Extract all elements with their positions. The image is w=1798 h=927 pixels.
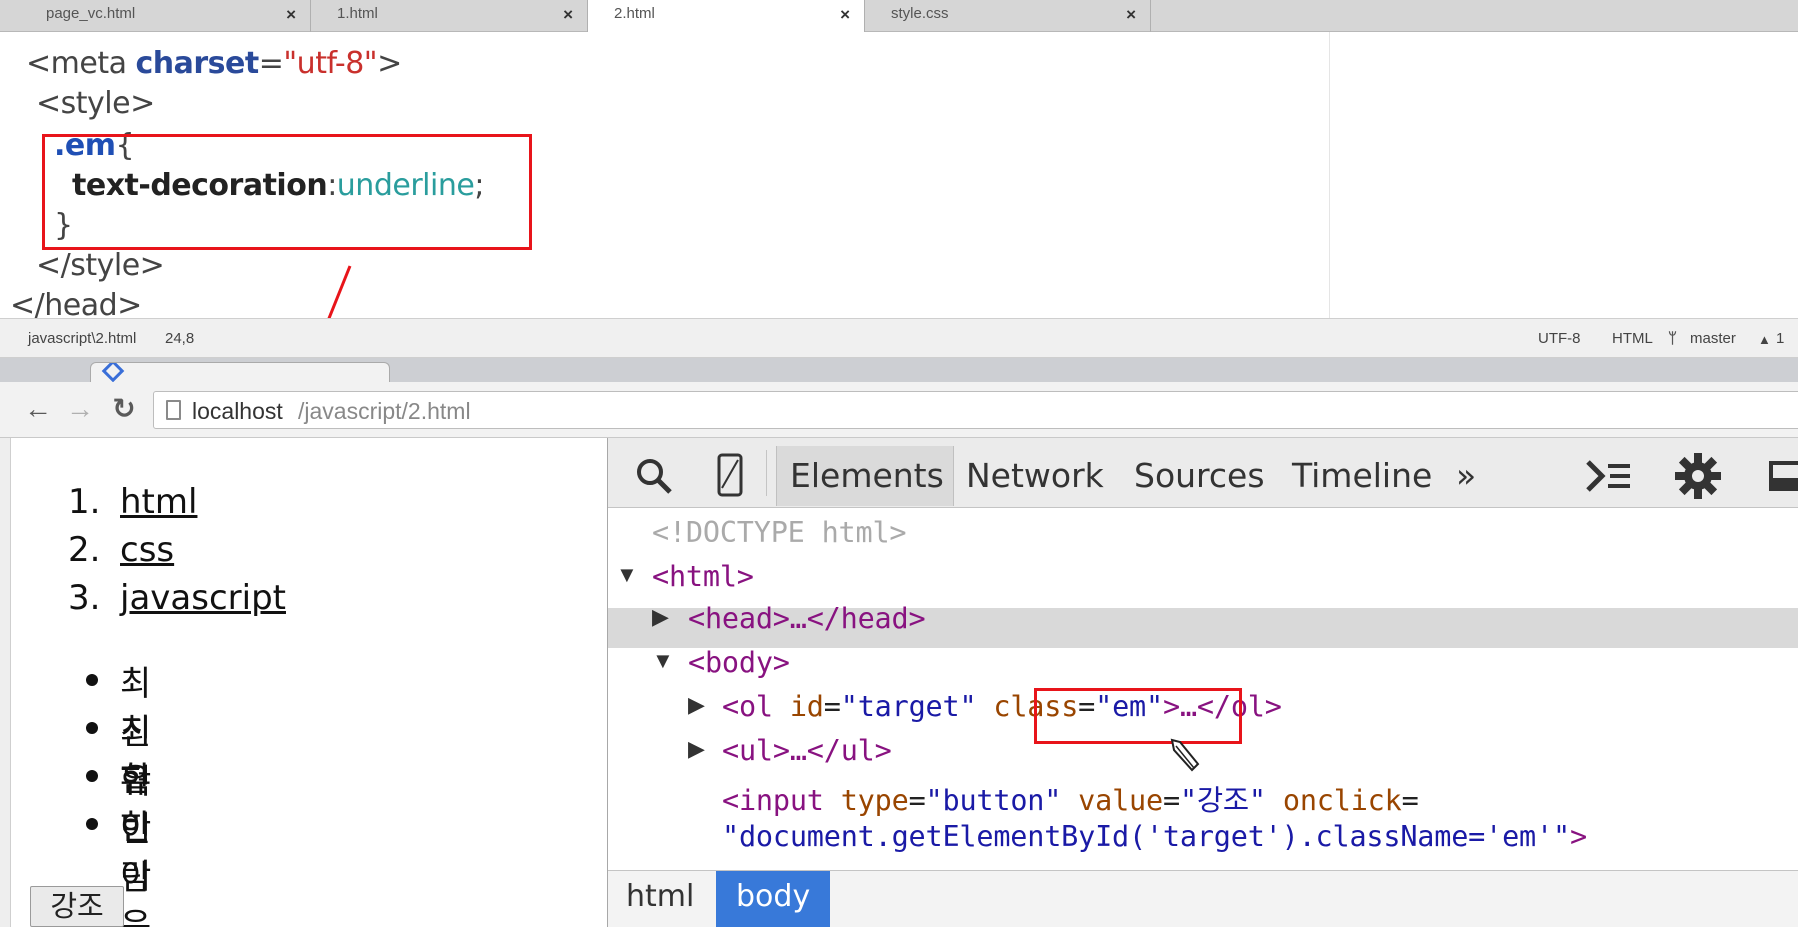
equals-sign: = <box>823 690 841 723</box>
devtools-toolbar: Elements Network Sources Timeline » <box>608 438 1798 508</box>
dom-html-node[interactable]: <html> <box>652 560 754 593</box>
list-text: css <box>120 530 175 570</box>
list-number: 2. <box>68 530 101 570</box>
attr-name: onclick <box>1282 784 1402 817</box>
emphasize-button[interactable]: 강조 <box>30 886 124 927</box>
breadcrumb-html[interactable]: html <box>626 879 694 914</box>
tag-text: <ol <box>722 690 790 723</box>
browser-toolbar: ← → ↻ localhost /javascript/2.html <box>0 382 1798 438</box>
bullet-icon <box>86 722 98 734</box>
equals-sign: = <box>1401 784 1419 817</box>
collapsed-triangle-icon[interactable]: ▶ <box>688 736 705 762</box>
tag-text: <html> <box>652 560 754 593</box>
list-text: javascript <box>120 578 286 618</box>
status-branch[interactable]: master <box>1690 330 1736 347</box>
expanded-triangle-icon[interactable]: ▼ <box>616 562 638 588</box>
pencil-cursor-icon <box>1170 738 1200 772</box>
list-text: html <box>120 482 198 522</box>
bullet-icon <box>86 674 98 686</box>
attr-value: "강조" <box>1179 784 1266 817</box>
tag-text: <head>…</head> <box>688 602 926 635</box>
page-icon <box>166 400 181 420</box>
dom-input-node-cont[interactable]: "document.getElementById('target').class… <box>722 820 1587 853</box>
forward-button[interactable]: → <box>64 392 96 426</box>
attr-value: "button" <box>925 784 1062 817</box>
dom-input-node[interactable]: <input type="button" value="강조" onclick= <box>722 778 1419 819</box>
list-number: 1. <box>68 482 101 522</box>
dom-head-node[interactable]: <head>…</head> <box>688 602 926 635</box>
status-commit-count: 1 <box>1776 330 1785 347</box>
attr-name: id <box>789 690 824 723</box>
equals-sign: = <box>1162 784 1180 817</box>
more-tabs-icon[interactable]: » <box>1456 456 1476 495</box>
attr-name: value <box>1078 784 1163 817</box>
git-branch-icon: ᛘ <box>1668 330 1678 347</box>
url-path: /javascript/2.html <box>298 398 471 424</box>
breadcrumb: html body <box>608 870 1798 927</box>
dom-doctype[interactable]: <!DOCTYPE html> <box>652 516 907 549</box>
device-mode-icon[interactable] <box>716 452 744 498</box>
status-encoding[interactable]: UTF-8 <box>1538 330 1581 347</box>
devtools-panel: Elements Network Sources Timeline » <!DO… <box>607 438 1798 927</box>
status-cursor-position: 24,8 <box>165 330 195 347</box>
reload-button[interactable]: ↻ <box>108 392 140 426</box>
editor-status-bar: javascript\2.html 24,8 UTF-8 HTML ᛘ mast… <box>0 318 1798 358</box>
browser-tab-bar <box>0 358 1798 382</box>
tab-elements[interactable]: Elements <box>790 456 944 495</box>
list-number: 3. <box>68 578 101 618</box>
bullet-icon <box>86 770 98 782</box>
status-file-path: javascript\2.html <box>28 330 137 347</box>
page-favicon-icon <box>101 363 125 382</box>
tag-text: > <box>1569 820 1587 853</box>
back-button[interactable]: ← <box>22 392 54 426</box>
url-host: localhost <box>192 398 283 424</box>
tab-timeline[interactable]: Timeline <box>1292 456 1432 495</box>
window-edge <box>0 438 10 927</box>
attr-value: "document.getElementById('target').class… <box>722 820 1570 853</box>
tag-text: <input <box>722 784 841 817</box>
gear-icon[interactable] <box>1674 452 1722 500</box>
toolbar-separator <box>766 450 767 496</box>
equals-sign: = <box>908 784 926 817</box>
attr-name: type <box>840 784 909 817</box>
search-icon[interactable] <box>634 456 674 496</box>
attr-value: "target" <box>840 690 977 723</box>
annotation-box-class-attr <box>1034 688 1242 744</box>
address-bar[interactable]: localhost /javascript/2.html <box>153 391 1798 429</box>
tab-network[interactable]: Network <box>966 456 1104 495</box>
browser-tab[interactable] <box>90 362 390 382</box>
arrow-up-icon: ▲ <box>1758 332 1771 347</box>
collapsed-triangle-icon[interactable]: ▶ <box>688 692 705 718</box>
collapsed-triangle-icon[interactable]: ▶ <box>652 604 669 630</box>
bullet-icon <box>86 818 98 830</box>
tag-text: <ul>…</ul> <box>722 734 892 767</box>
dom-body-node[interactable]: <body> <box>688 646 790 679</box>
console-drawer-icon[interactable] <box>1584 458 1634 494</box>
tab-sources[interactable]: Sources <box>1134 456 1265 495</box>
list-text: 한이은 <box>120 808 152 927</box>
status-syntax[interactable]: HTML <box>1612 330 1653 347</box>
tag-text: <body> <box>688 646 790 679</box>
expanded-triangle-icon[interactable]: ▼ <box>652 648 674 674</box>
doctype-text: <!DOCTYPE html> <box>652 516 907 549</box>
dock-side-icon[interactable] <box>1768 460 1798 492</box>
dom-ul-node[interactable]: <ul>…</ul> <box>722 734 892 767</box>
breadcrumb-body[interactable]: body <box>716 871 831 927</box>
